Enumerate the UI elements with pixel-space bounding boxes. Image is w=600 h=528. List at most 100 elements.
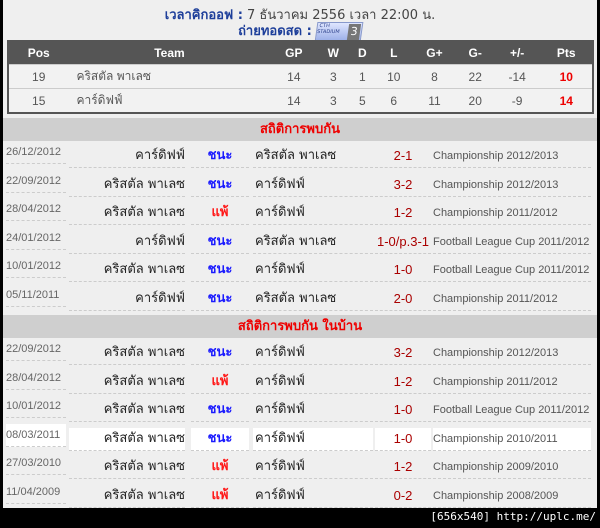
match-row: 22/09/2012 คริสตัล พาเลซ ชนะ คาร์ดิฟฟ์ 3-2 Ch… [3, 342, 597, 370]
home-team: คาร์ดิฟฟ์ [69, 145, 185, 168]
match-result: ชนะ [191, 427, 249, 451]
column-header: G- [456, 41, 494, 65]
match-result: แพ้ [191, 202, 249, 226]
standings-row: 19 คริสตัล พาเลซ 14 3 1 10 8 22 -14 10 [8, 64, 593, 89]
match-score: 1-2 [375, 456, 431, 480]
column-header: Pos [8, 41, 69, 65]
competition: Football League Cup 2011/2012 [433, 399, 591, 423]
stat-cell: 3 [317, 64, 350, 89]
match-score: 1-0/p.3-1 [375, 231, 431, 254]
match-row: 28/04/2012 คริสตัล พาเลซ แพ้ คาร์ดิฟฟ์ 1-2 Ch… [3, 202, 597, 230]
away-team: คาร์ดิฟฟ์ [253, 202, 373, 226]
away-team: คาร์ดิฟฟ์ [253, 371, 373, 394]
away-team: คาร์ดิฟฟ์ [253, 427, 373, 451]
stat-cell: 20 [456, 88, 494, 113]
match-date: 08/03/2011 [6, 423, 66, 447]
match-row: 11/04/2009 คริสตัล พาเลซ แพ้ คาร์ดิฟฟ์ 0-2 Ch… [3, 485, 597, 513]
home-team: คริสตัล พาเลซ [69, 399, 185, 423]
home-team: คริสตัล พาเลซ [69, 371, 185, 394]
home-team: คริสตัล พาเลซ [69, 485, 185, 508]
away-team: คาร์ดิฟฟ์ [253, 174, 373, 197]
column-header: +/- [493, 41, 541, 65]
competition: Championship 2011/2012 [433, 371, 591, 394]
match-date: 27/03/2010 [6, 452, 66, 476]
match-result: ชนะ [191, 259, 249, 283]
away-team: คริสตัล พาเลซ [253, 231, 373, 254]
match-score: 0-2 [375, 485, 431, 508]
home-team: คาร์ดิฟฟ์ [69, 231, 185, 254]
match-row: 05/11/2011 คาร์ดิฟฟ์ ชนะ คริสตัล พาเลซ 2-0 Ch… [3, 288, 597, 316]
stat-cell: 10 [540, 64, 593, 89]
stat-cell: 14 [270, 64, 318, 89]
match-row: 28/04/2012 คริสตัล พาเลซ แพ้ คาร์ดิฟฟ์ 1-2 Ch… [3, 371, 597, 399]
column-header: W [317, 41, 350, 65]
column-header: Pts [540, 41, 593, 65]
match-score: 1-0 [375, 399, 431, 423]
live-label: ถ่ายทอดสด : [238, 24, 312, 39]
stat-cell: -9 [493, 88, 541, 113]
watermark: [656x540] http://uplc.me/ [430, 510, 596, 523]
channel-logo: CTH STADIUM 3 [314, 21, 364, 42]
section-header: สถิติการพบกัน ในบ้าน [3, 315, 597, 338]
match-date: 22/09/2012 [6, 170, 66, 193]
stat-cell: 11 [412, 88, 457, 113]
home-team: คริสตัล พาเลซ [69, 259, 185, 283]
competition: Championship 2012/2013 [433, 145, 591, 168]
column-header: G+ [412, 41, 457, 65]
match-result: ชนะ [191, 145, 249, 168]
column-header: Team [68, 41, 271, 65]
standings-row: 15 คาร์ดิฟฟ์ 14 3 5 6 11 20 -9 14 [8, 88, 593, 113]
competition: Championship 2011/2012 [433, 202, 591, 226]
team-name: คริสตัล พาเลซ [68, 64, 271, 89]
home-team: คริสตัล พาเลซ [69, 427, 185, 451]
home-team: คริสตัล พาเลซ [69, 342, 185, 365]
column-header: D [349, 41, 376, 65]
match-info-panel: เวลาคิกออฟ : 7 ธันวาคม 2556 เวลา 22:00 น… [3, 0, 597, 508]
home-team: คริสตัล พาเลซ [69, 456, 185, 480]
match-date: 28/04/2012 [6, 198, 66, 222]
match-result: ชนะ [191, 288, 249, 311]
match-score: 1-0 [375, 259, 431, 283]
competition: Championship 2012/2013 [433, 174, 591, 197]
home-team: คาร์ดิฟฟ์ [69, 288, 185, 311]
section-header: สถิติการพบกัน [3, 118, 597, 141]
competition: Championship 2010/2011 [433, 427, 591, 451]
match-row: 27/03/2010 คริสตัล พาเลซ แพ้ คาร์ดิฟฟ์ 1-2 Ch… [3, 456, 597, 484]
match-score: 2-1 [375, 145, 431, 168]
match-date: 28/04/2012 [6, 367, 66, 390]
match-date: 24/01/2012 [6, 227, 66, 250]
competition: Championship 2012/2013 [433, 342, 591, 365]
away-team: คาร์ดิฟฟ์ [253, 456, 373, 480]
match-result: แพ้ [191, 371, 249, 394]
match-row: 08/03/2011 คริสตัล พาเลซ ชนะ คาร์ดิฟฟ์ 1-0 Ch… [3, 423, 597, 456]
away-team: คาร์ดิฟฟ์ [253, 399, 373, 423]
away-team: คริสตัล พาเลซ [253, 145, 373, 168]
live-broadcast: ถ่ายทอดสด : CTH STADIUM 3 [3, 20, 597, 42]
match-date: 10/01/2012 [6, 255, 66, 279]
away-team: คริสตัล พาเลซ [253, 288, 373, 311]
standings-table: Pos Team GP W D L G+ G- +/- Pts 19 คริสตัล พาเลซ 14… [7, 40, 594, 114]
match-score: 3-2 [375, 342, 431, 365]
away-team: คาร์ดิฟฟ์ [253, 485, 373, 508]
match-date: 05/11/2011 [6, 284, 66, 307]
competition: Championship 2011/2012 [433, 288, 591, 311]
match-row: 10/01/2012 คริสตัล พาเลซ ชนะ คาร์ดิฟฟ์ 1-0 Fo… [3, 399, 597, 427]
column-header: L [375, 41, 413, 65]
match-score: 1-2 [375, 371, 431, 394]
match-score: 1-0 [375, 427, 431, 451]
match-date: 11/04/2009 [6, 481, 66, 504]
match-row: 24/01/2012 คาร์ดิฟฟ์ ชนะ คริสตัล พาเลซ 1-0/p… [3, 231, 597, 259]
match-result: ชนะ [191, 231, 249, 254]
match-score: 3-2 [375, 174, 431, 197]
match-row: 10/01/2012 คริสตัล พาเลซ ชนะ คาร์ดิฟฟ์ 1-0 Fo… [3, 259, 597, 287]
competition: Championship 2008/2009 [433, 485, 591, 508]
match-result: ชนะ [191, 342, 249, 365]
match-score: 1-2 [375, 202, 431, 226]
stat-cell: 10 [375, 64, 413, 89]
competition: Football League Cup 2011/2012 [433, 259, 591, 283]
match-date: 26/12/2012 [6, 141, 66, 164]
column-header: GP [270, 41, 318, 65]
stat-cell: 8 [412, 64, 457, 89]
stat-cell: -14 [493, 64, 541, 89]
match-result: ชนะ [191, 174, 249, 197]
